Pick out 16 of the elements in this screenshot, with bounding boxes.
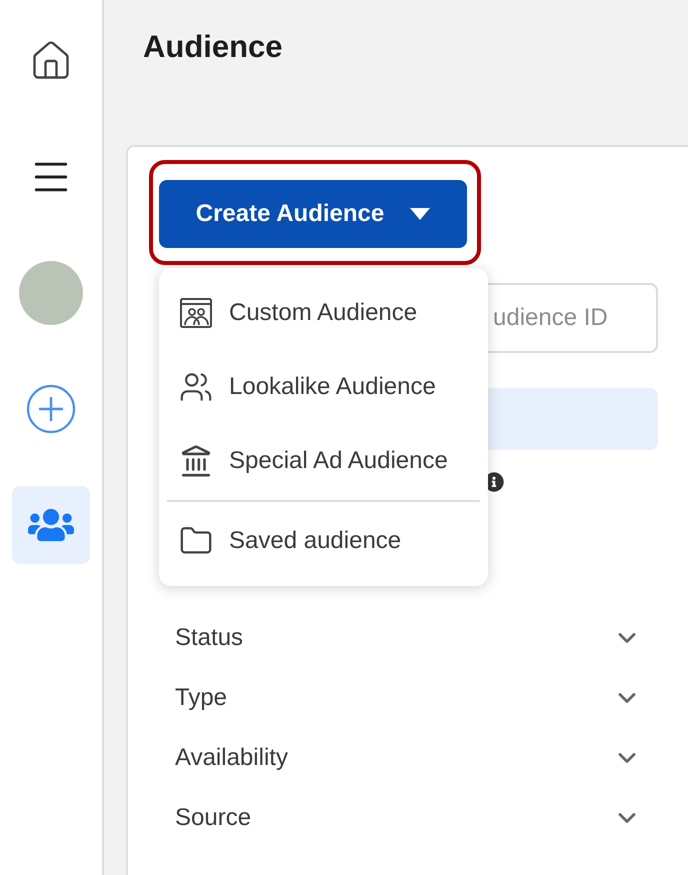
menu-item[interactable]: Lookalike Audience <box>159 350 488 424</box>
page-title: Audience <box>143 28 284 66</box>
filter-row[interactable]: Status <box>159 608 641 668</box>
caret-icon <box>410 208 430 220</box>
menu-item[interactable]: Special Ad Audience <box>159 424 488 498</box>
plus-circle-icon <box>26 384 76 434</box>
people-icon <box>179 370 213 404</box>
menu-item[interactable]: Saved audience <box>159 504 488 578</box>
sidebar-audiences-item[interactable] <box>12 486 90 564</box>
filter-row[interactable]: Availability <box>159 728 641 788</box>
menu-item[interactable]: Custom Audience <box>159 276 488 350</box>
people-window-icon <box>179 297 213 329</box>
create-audience-button[interactable]: Create Audience <box>159 180 467 248</box>
filter-row[interactable]: Type <box>159 668 641 728</box>
filter-row[interactable]: Source <box>159 788 641 848</box>
bank-building-icon <box>179 444 213 478</box>
